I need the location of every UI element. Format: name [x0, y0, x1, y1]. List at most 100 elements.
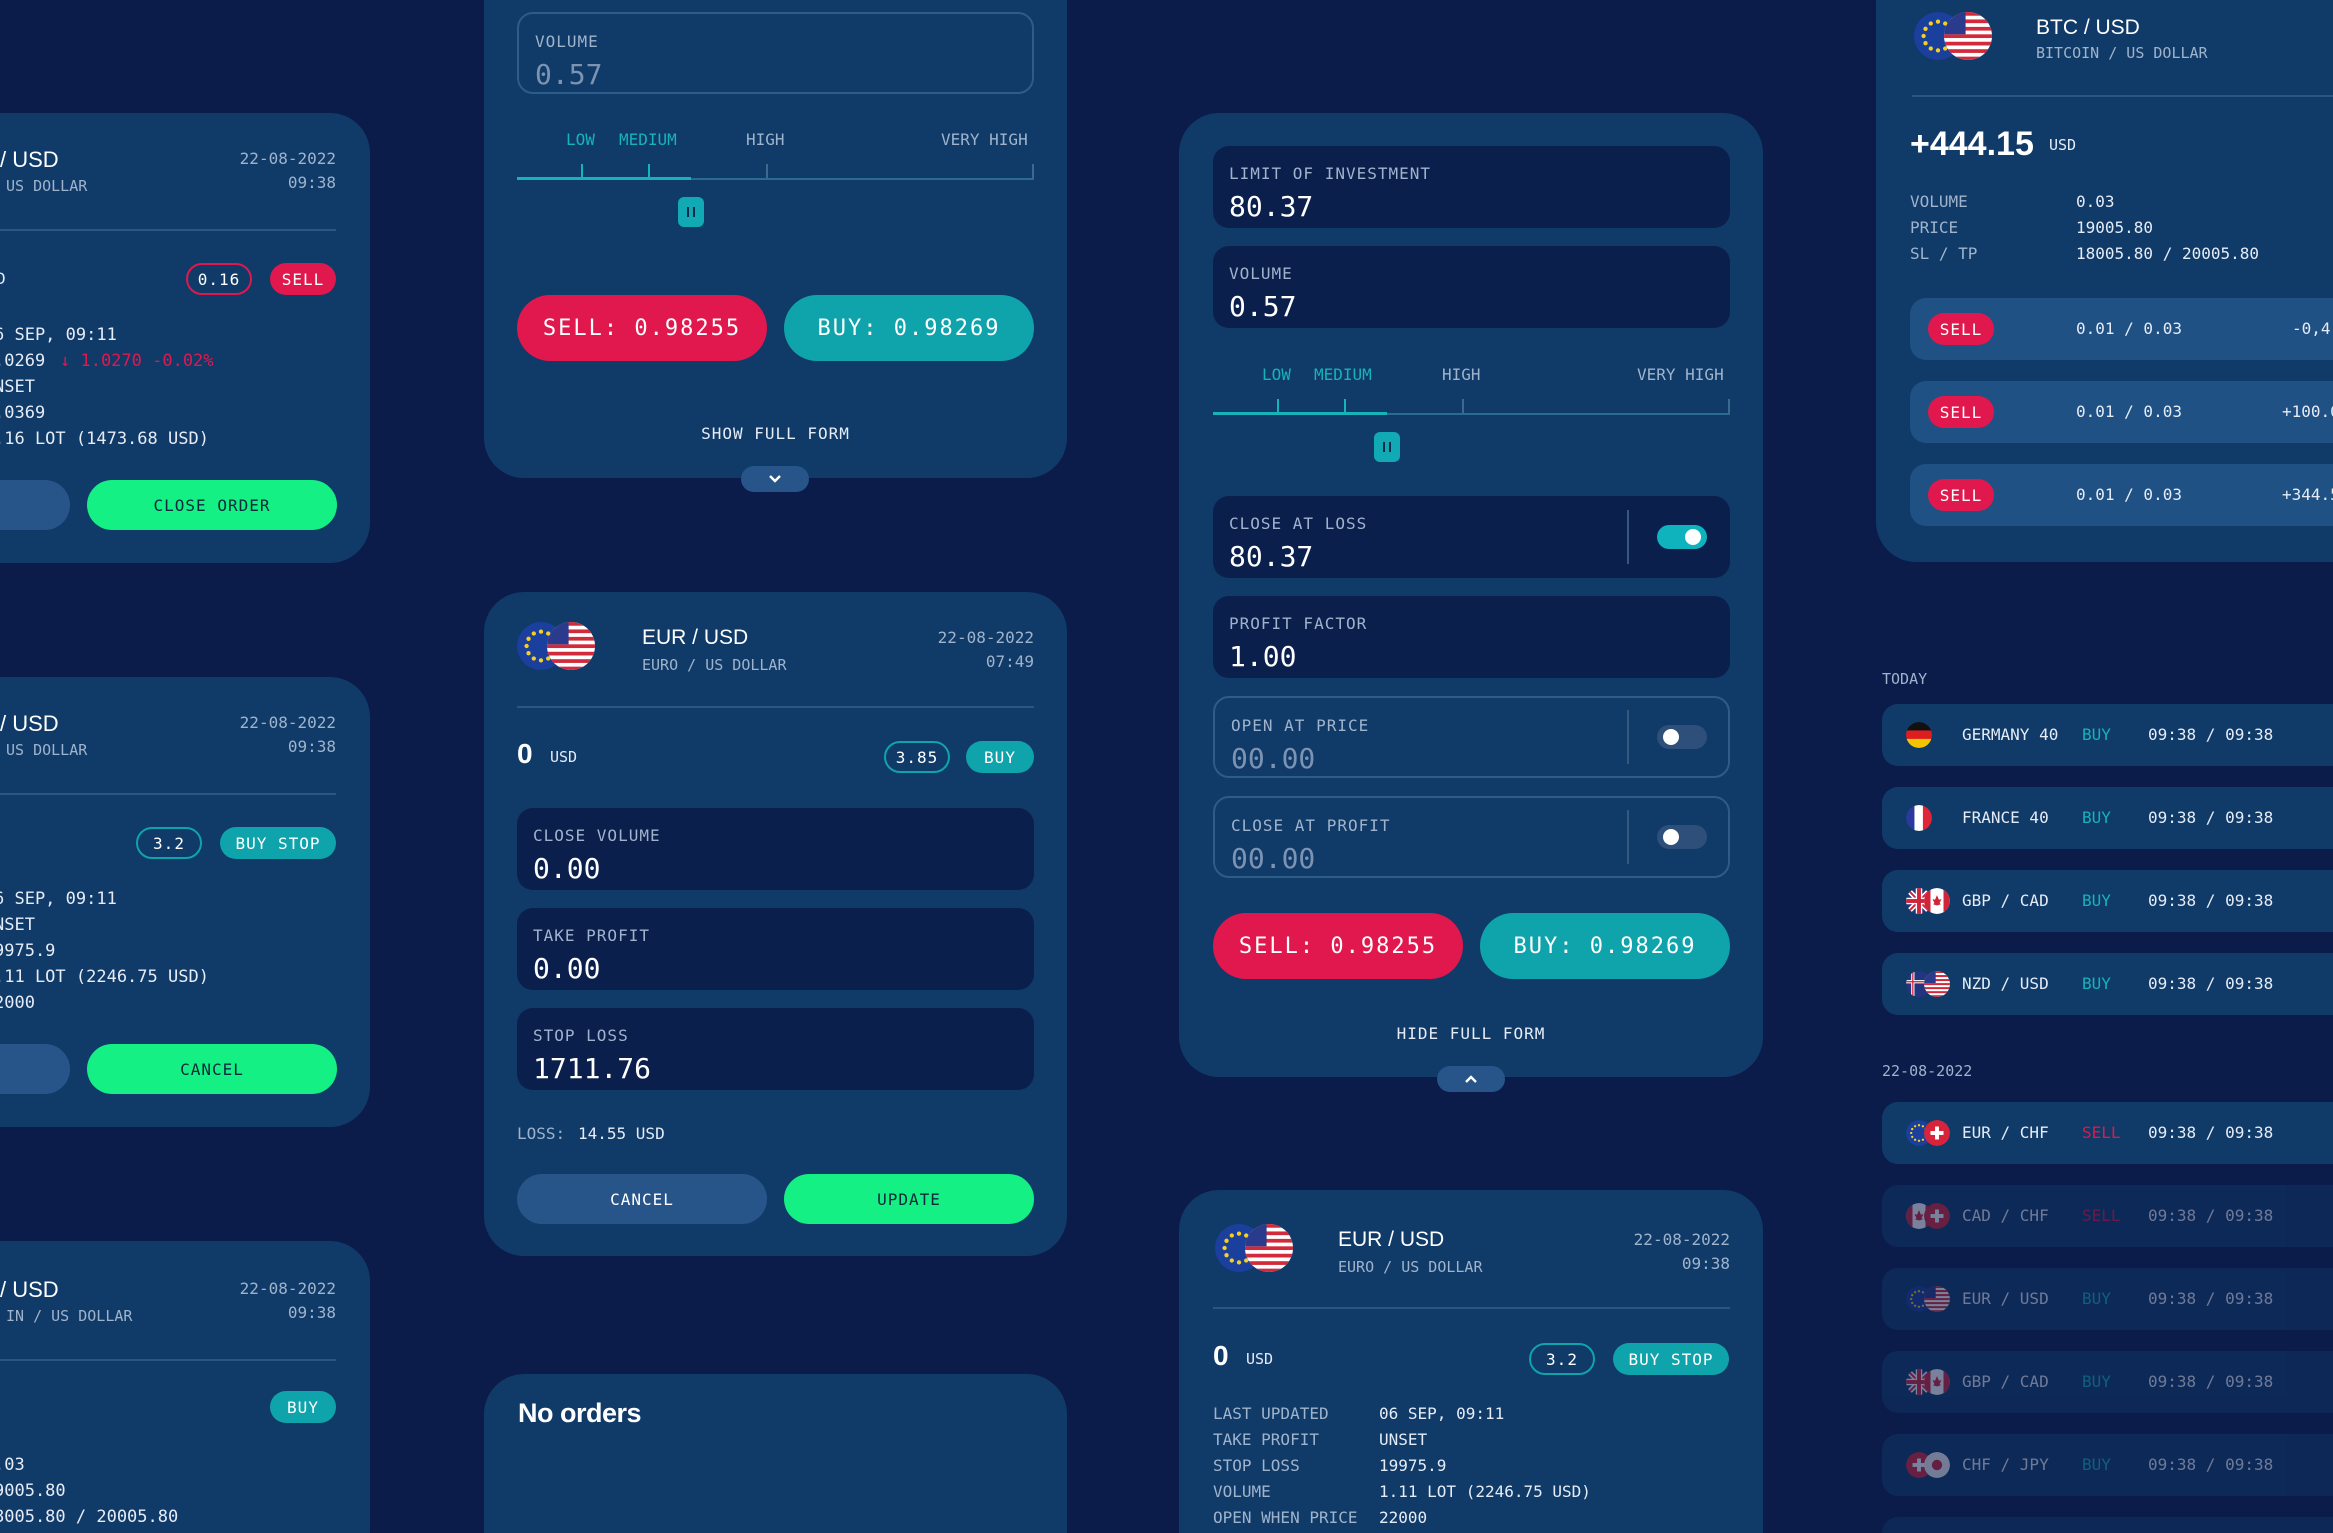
sell-button[interactable]: SELL: 0.98255: [517, 295, 767, 361]
history-row[interactable]: EUR / USD BUY 09:38 / 09:38: [1882, 1268, 2333, 1330]
buy-stop-badge: BUY STOP: [220, 827, 336, 859]
history-row[interactable]: EUR / CHF SELL 09:38 / 09:38: [1882, 1102, 2333, 1164]
history-row[interactable]: GBP / CAD BUY 09:38 / 09:38: [1882, 1351, 2333, 1413]
pair-subtitle: BITCOIN / US DOLLAR: [2036, 44, 2208, 62]
limit-of-investment-field[interactable]: LIMIT OF INVESTMENT 80.37: [1213, 146, 1730, 228]
slider-tick: [1032, 164, 1034, 178]
close-volume-field[interactable]: CLOSE VOLUME 0.00: [517, 808, 1034, 890]
take-profit-field[interactable]: TAKE PROFIT 0.00: [517, 908, 1034, 990]
collapse-form-button[interactable]: [1437, 1066, 1505, 1092]
order-times: 09:38 / 09:38: [2148, 974, 2274, 993]
profit-factor-field[interactable]: PROFIT FACTOR 1.00: [1213, 596, 1730, 678]
risk-very-high[interactable]: VERY HIGH: [1637, 365, 1724, 384]
order-type: BUY: [2082, 725, 2111, 744]
instrument-name: FRANCE 40: [1962, 808, 2049, 827]
history-row[interactable]: CAD / CHF SELL 09:38 / 09:38: [1882, 1185, 2333, 1247]
close-order-button[interactable]: CLOSE ORDER: [87, 480, 337, 530]
history-row[interactable]: CHF / JPY BUY 09:38 / 09:38: [1882, 1434, 2333, 1496]
us-flag-icon: [547, 622, 595, 670]
hide-full-form-link[interactable]: HIDE FULL FORM: [1179, 1024, 1763, 1043]
update-button[interactable]: UPDATE: [784, 1174, 1034, 1224]
profit-loss: +344.5: [2282, 485, 2333, 504]
ch-flag-icon: [1924, 1203, 1950, 1229]
buy-button[interactable]: BUY: 0.98269: [784, 295, 1034, 361]
risk-medium[interactable]: MEDIUM: [619, 130, 677, 149]
detail-value: 18005.80 / 20005.80: [2076, 244, 2260, 263]
us-flag-icon: [1924, 1286, 1950, 1312]
history-row[interactable]: [1882, 1517, 2333, 1533]
sub-order-row[interactable]: SELL 0.01 / 0.03 +344.5: [1910, 464, 2333, 526]
secondary-button[interactable]: [0, 1044, 70, 1094]
volume-badge: 3.2: [136, 827, 202, 859]
order-type: BUY: [2082, 974, 2111, 993]
secondary-button[interactable]: [0, 480, 70, 530]
risk-slider-fill: [517, 177, 691, 180]
detail-value: 0.03: [2076, 192, 2115, 211]
close-at-profit-toggle[interactable]: [1657, 825, 1707, 849]
full-order-form: LIMIT OF INVESTMENT 80.37 VOLUME 0.57 LO…: [1179, 113, 1763, 1077]
sell-badge: SELL: [1928, 313, 1994, 345]
sub-order-row[interactable]: SELL 0.01 / 0.03 -0,4: [1910, 298, 2333, 360]
history-row[interactable]: GBP / CAD BUY 09:38 / 09:38: [1882, 870, 2333, 932]
risk-slider-handle[interactable]: [678, 197, 704, 227]
field-label: LIMIT OF INVESTMENT: [1229, 164, 1432, 183]
sell-badge: SELL: [270, 263, 336, 295]
risk-low[interactable]: LOW: [566, 130, 595, 149]
order-date: 22-08-2022: [937, 628, 1034, 647]
buy-stop-badge: BUY STOP: [1613, 1343, 1729, 1375]
volume-field[interactable]: VOLUME 0.57: [517, 12, 1034, 94]
risk-low[interactable]: LOW: [1262, 365, 1291, 384]
chevron-up-icon: [1461, 1069, 1481, 1089]
divider: [1912, 95, 2333, 97]
detail-line: .16 LOT (1473.68 USD): [0, 429, 209, 449]
price-change: ↓ 1.0270 -0.02%: [60, 351, 214, 371]
risk-slider-handle[interactable]: [1374, 432, 1400, 462]
risk-high[interactable]: HIGH: [746, 130, 785, 149]
history-row[interactable]: GERMANY 40 BUY 09:38 / 09:38: [1882, 704, 2333, 766]
field-label: CLOSE VOLUME: [533, 826, 661, 845]
order-date: 22-08-2022: [239, 713, 336, 732]
amount: 0: [1213, 1340, 1229, 1371]
field-label: CLOSE AT LOSS: [1229, 514, 1368, 533]
instrument-name: EUR / CHF: [1962, 1123, 2049, 1142]
history-row[interactable]: FRANCE 40 BUY 09:38 / 09:38: [1882, 787, 2333, 849]
stop-loss-field[interactable]: STOP LOSS 1711.76: [517, 1008, 1034, 1090]
close-at-profit-field[interactable]: CLOSE AT PROFIT 00.00: [1213, 796, 1730, 878]
buy-button[interactable]: BUY: 0.98269: [1480, 913, 1730, 979]
risk-very-high[interactable]: VERY HIGH: [941, 130, 1028, 149]
show-full-form-link[interactable]: SHOW FULL FORM: [484, 424, 1067, 443]
open-at-price-field[interactable]: OPEN AT PRICE 00.00: [1213, 696, 1730, 778]
fr-flag-icon: [1906, 805, 1932, 831]
detail-line: 6 SEP, 09:11: [0, 889, 117, 909]
divider: [1627, 510, 1629, 564]
volume-field[interactable]: VOLUME 0.57: [1213, 246, 1730, 328]
sub-order-row[interactable]: SELL 0.01 / 0.03 +100.0: [1910, 381, 2333, 443]
divider: [1627, 710, 1629, 764]
us-flag-icon: [1944, 12, 1992, 60]
field-value: 0.57: [535, 58, 603, 91]
expand-form-button[interactable]: [741, 466, 809, 492]
order-time: 09:38: [287, 173, 336, 192]
cancel-order-button[interactable]: CANCEL: [87, 1044, 337, 1094]
order-time: 09:38: [1681, 1254, 1730, 1273]
cancel-button[interactable]: CANCEL: [517, 1174, 767, 1224]
instrument-name: CAD / CHF: [1962, 1206, 2049, 1225]
risk-medium[interactable]: MEDIUM: [1314, 365, 1372, 384]
order-time: 09:38: [287, 737, 336, 756]
open-at-price-toggle[interactable]: [1657, 725, 1707, 749]
ca-flag-icon: [1924, 888, 1950, 914]
history-row[interactable]: NZD / USD BUY 09:38 / 09:38: [1882, 953, 2333, 1015]
slider-tick: [1277, 399, 1279, 413]
pair-subtitle: US DOLLAR: [6, 741, 88, 759]
section-date: 22-08-2022: [1882, 1062, 1973, 1080]
amount-prefix: D: [0, 269, 6, 288]
order-card-2: / USD US DOLLAR 22-08-2022 09:38 3.2 BUY…: [0, 677, 370, 1127]
detail-line: NSET: [0, 377, 35, 397]
risk-high[interactable]: HIGH: [1442, 365, 1481, 384]
amount-currency: USD: [550, 748, 578, 766]
order-time: 07:49: [985, 652, 1034, 671]
sell-button[interactable]: SELL: 0.98255: [1213, 913, 1463, 979]
lots: 0.01 / 0.03: [2076, 402, 2182, 421]
close-at-loss-field[interactable]: CLOSE AT LOSS 80.37: [1213, 496, 1730, 578]
close-at-loss-toggle[interactable]: [1657, 525, 1707, 549]
